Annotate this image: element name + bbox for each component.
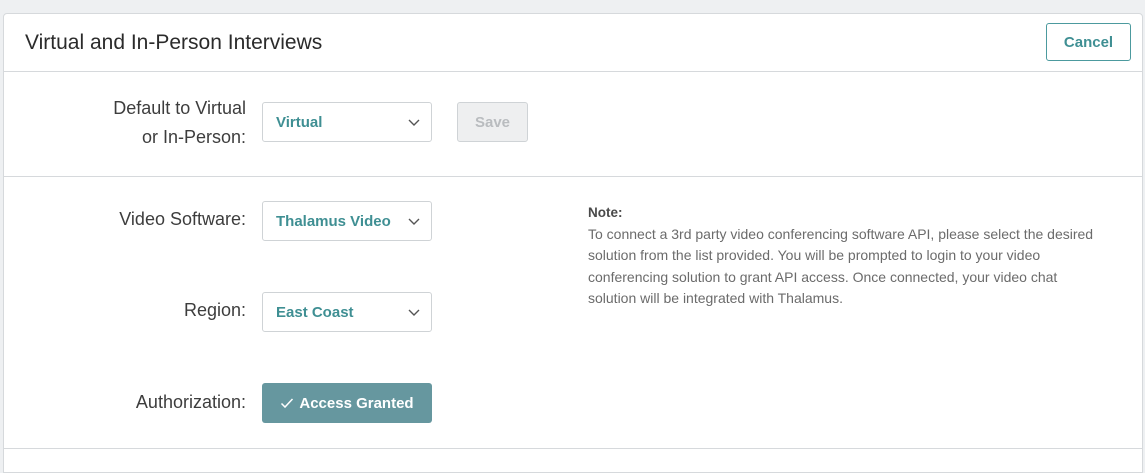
note-title: Note:: [588, 205, 623, 220]
access-granted-button[interactable]: Access Granted: [262, 383, 432, 423]
default-mode-label: Default to Virtual or In-Person:: [113, 94, 246, 152]
interviews-panel: Virtual and In-Person Interviews Cancel …: [3, 13, 1143, 473]
video-software-select[interactable]: Thalamus Video: [262, 201, 432, 241]
default-mode-section: Default to Virtual or In-Person: Virtual…: [4, 72, 1142, 177]
panel-header: Virtual and In-Person Interviews Cancel: [4, 14, 1142, 72]
default-mode-label-line2: or In-Person:: [141, 127, 246, 147]
authorization-label: Authorization:: [135, 392, 246, 412]
checkmark-icon: [281, 398, 294, 409]
note-block: Note: To connect a 3rd party video confe…: [588, 202, 1108, 310]
default-mode-select[interactable]: Virtual: [262, 102, 432, 142]
default-mode-selected-value: Virtual: [276, 113, 323, 131]
cancel-button[interactable]: Cancel: [1046, 23, 1131, 61]
chevron-down-icon: [408, 119, 420, 126]
chevron-down-icon: [408, 309, 420, 316]
region-selected-value: East Coast: [276, 303, 354, 321]
page-title: Virtual and In-Person Interviews: [25, 31, 323, 54]
note-body: To connect a 3rd party video conferencin…: [588, 225, 1094, 307]
video-software-label: Video Software:: [119, 209, 246, 229]
region-select[interactable]: East Coast: [262, 292, 432, 332]
video-software-selected-value: Thalamus Video: [276, 212, 391, 230]
access-granted-label: Access Granted: [299, 394, 414, 412]
video-settings-section: Video Software: Thalamus Video Region: E…: [4, 177, 1142, 449]
region-label: Region:: [183, 300, 246, 320]
chevron-down-icon: [408, 218, 420, 225]
default-mode-label-line1: Default to Virtual: [113, 98, 246, 118]
save-button[interactable]: Save: [457, 102, 528, 142]
